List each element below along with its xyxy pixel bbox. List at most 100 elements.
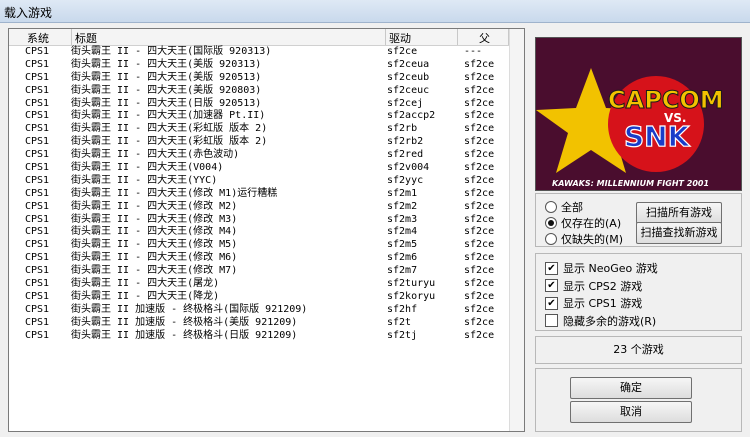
- column-header-title[interactable]: 标题: [75, 30, 97, 46]
- system-cell: CPS1: [25, 97, 50, 109]
- title-cell: 街头霸王 II - 四大天王(美版 920313): [71, 58, 262, 70]
- table-row[interactable]: CPS1 街头霸王 II - 四大天王(彩虹版 版本 2) sf2rb2 sf2ce: [9, 136, 509, 149]
- system-cell: CPS1: [25, 187, 50, 199]
- option-label: 显示 CPS2 游戏: [563, 279, 643, 293]
- system-cell: CPS1: [25, 200, 50, 212]
- title-cell: 街头霸王 II - 四大天王(修改 M5): [71, 239, 238, 251]
- table-row[interactable]: CPS1 街头霸王 II - 四大天王(修改 M7) sf2m7 sf2ce: [9, 265, 509, 278]
- empty-checkbox-icon[interactable]: [545, 314, 558, 327]
- title-cell: 街头霸王 II - 四大天王(赤色波动): [71, 149, 240, 161]
- table-row[interactable]: CPS1 街头霸王 II - 四大天王(YYC) sf2yyc sf2ce: [9, 175, 509, 188]
- table-row[interactable]: CPS1 街头霸王 II - 四大天王(美版 920313) sf2ceua sf2c…: [9, 59, 509, 72]
- title-cell: 街头霸王 II 加速版 - 终极格斗(美版 921209): [71, 316, 298, 328]
- driver-cell: sf2koryu: [387, 290, 436, 302]
- radio-existing-label: 仅存在的(A): [561, 217, 622, 230]
- title-cell: 街头霸王 II 加速版 - 终极格斗(日版 921209): [71, 329, 298, 341]
- checkmark-icon[interactable]: ✔: [545, 296, 558, 310]
- table-row[interactable]: CPS1 街头霸王 II 加速版 - 终极格斗(国际版 921209) sf2hf s…: [9, 304, 509, 317]
- table-row[interactable]: CPS1 街头霸王 II - 四大天王(修改 M5) sf2m5 sf2ce: [9, 239, 509, 252]
- driver-cell: sf2ceuc: [387, 84, 430, 96]
- radio-missing[interactable]: 仅缺失的(M): [545, 231, 623, 247]
- system-cell: CPS1: [25, 265, 50, 277]
- parent-cell: sf2ce: [464, 303, 495, 315]
- driver-cell: sf2m2: [387, 200, 418, 212]
- option-checkbox[interactable]: ✔ 显示 NeoGeo 游戏: [545, 260, 658, 276]
- table-row[interactable]: CPS1 街头霸王 II - 四大天王(降龙) sf2koryu sf2ce: [9, 291, 509, 304]
- table-row[interactable]: CPS1 街头霸王 II - 四大天王(修改 M4) sf2m4 sf2ce: [9, 226, 509, 239]
- table-row[interactable]: CPS1 街头霸王 II 加速版 - 终极格斗(日版 921209) sf2tj sf…: [9, 330, 509, 343]
- driver-cell: sf2m5: [387, 239, 418, 251]
- parent-cell: sf2ce: [464, 136, 495, 148]
- table-row[interactable]: CPS1 街头霸王 II - 四大天王(国际版 920313) sf2ce ---: [9, 46, 509, 59]
- svg-text:CAPCOM: CAPCOM: [608, 86, 724, 114]
- parent-cell: sf2ce: [464, 278, 495, 290]
- column-header-system[interactable]: 系统: [27, 30, 49, 46]
- system-cell: CPS1: [25, 136, 50, 148]
- title-cell: 街头霸王 II - 四大天王(YYC): [71, 174, 218, 186]
- scan-new-button[interactable]: 扫描查找新游戏: [636, 222, 722, 244]
- option-checkbox[interactable]: ✔ 显示 CPS2 游戏: [545, 278, 642, 294]
- vertical-scrollbar[interactable]: [509, 29, 524, 431]
- action-group: 确定 取消: [535, 368, 742, 432]
- scan-all-button[interactable]: 扫描所有游戏: [636, 202, 722, 224]
- driver-cell: sf2m7: [387, 265, 418, 277]
- svg-text:KAWAKS: MILLENNIUM FIGHT 2001: KAWAKS: MILLENNIUM FIGHT 2001: [552, 179, 709, 188]
- table-row[interactable]: CPS1 街头霸王 II - 四大天王(V004) sf2v004 sf2ce: [9, 162, 509, 175]
- title-cell: 街头霸王 II - 四大天王(加速器 Pt.II): [71, 110, 266, 122]
- column-header-driver[interactable]: 驱动: [389, 30, 411, 46]
- table-row[interactable]: CPS1 街头霸王 II - 四大天王(日版 920513) sf2cej sf2ce: [9, 98, 509, 111]
- driver-cell: sf2rb2: [387, 136, 424, 148]
- driver-cell: sf2m1: [387, 187, 418, 199]
- option-checkbox[interactable]: 隐藏多余的游戏(R): [545, 313, 656, 329]
- ok-button[interactable]: 确定: [570, 377, 692, 399]
- checkmark-icon[interactable]: ✔: [545, 261, 558, 275]
- radio-existing-dot[interactable]: [545, 217, 557, 229]
- title-cell: 街头霸王 II - 四大天王(修改 M4): [71, 226, 238, 238]
- table-row[interactable]: CPS1 街头霸王 II - 四大天王(美版 920513) sf2ceub sf2c…: [9, 72, 509, 85]
- system-cell: CPS1: [25, 123, 50, 135]
- table-row[interactable]: CPS1 街头霸王 II - 四大天王(修改 M2) sf2m2 sf2ce: [9, 201, 509, 214]
- parent-cell: sf2ce: [464, 200, 495, 212]
- parent-cell: sf2ce: [464, 329, 495, 341]
- driver-cell: sf2tj: [387, 329, 418, 341]
- system-cell: CPS1: [25, 149, 50, 161]
- checkmark-icon[interactable]: ✔: [545, 279, 558, 292]
- title-cell: 街头霸王 II - 四大天王(修改 M7): [71, 265, 238, 277]
- cancel-button[interactable]: 取消: [570, 401, 692, 423]
- table-row[interactable]: CPS1 街头霸王 II - 四大天王(美版 920803) sf2ceuc sf2c…: [9, 85, 509, 98]
- title-cell: 街头霸王 II - 四大天王(降龙): [71, 290, 220, 302]
- system-cell: CPS1: [25, 174, 50, 186]
- system-cell: CPS1: [25, 303, 50, 315]
- option-checkbox[interactable]: ✔ 显示 CPS1 游戏: [545, 295, 642, 311]
- table-row[interactable]: CPS1 街头霸王 II - 四大天王(修改 M1)运行糟糕 sf2m1 sf2ce: [9, 188, 509, 201]
- table-row[interactable]: CPS1 街头霸王 II - 四大天王(修改 M6) sf2m6 sf2ce: [9, 252, 509, 265]
- title-cell: 街头霸王 II - 四大天王(国际版 920313): [71, 46, 272, 57]
- table-row[interactable]: CPS1 街头霸王 II - 四大天王(修改 M3) sf2m3 sf2ce: [9, 214, 509, 227]
- system-cell: CPS1: [25, 252, 50, 264]
- column-header-parent[interactable]: 父: [479, 30, 490, 46]
- radio-all[interactable]: 全部: [545, 199, 583, 215]
- system-cell: CPS1: [25, 71, 50, 83]
- parent-cell: sf2ce: [464, 239, 495, 251]
- radio-missing-label: 仅缺失的(M): [561, 233, 624, 246]
- game-preview-image: CAPCOM VS. SNK KAWAKS: MILLENNIUM FIGHT …: [535, 37, 742, 191]
- parent-cell: ---: [464, 46, 483, 57]
- table-row[interactable]: CPS1 街头霸王 II - 四大天王(加速器 Pt.II) sf2accp2 sf2…: [9, 110, 509, 123]
- title-cell: 街头霸王 II - 四大天王(美版 920513): [71, 71, 262, 83]
- radio-all-dot[interactable]: [545, 201, 557, 213]
- table-row[interactable]: CPS1 街头霸王 II - 四大天王(赤色波动) sf2red sf2ce: [9, 149, 509, 162]
- list-rows: CPS1 街头霸王 II - 四大天王(国际版 920313) sf2ce --- CP…: [9, 46, 509, 342]
- system-cell: CPS1: [25, 213, 50, 225]
- table-row[interactable]: CPS1 街头霸王 II 加速版 - 终极格斗(美版 921209) sf2t sf2…: [9, 317, 509, 330]
- table-row[interactable]: CPS1 街头霸王 II - 四大天王(屠龙) sf2turyu sf2ce: [9, 278, 509, 291]
- parent-cell: sf2ce: [464, 84, 495, 96]
- radio-existing[interactable]: 仅存在的(A): [545, 215, 621, 231]
- title-cell: 街头霸王 II - 四大天王(屠龙): [71, 278, 220, 290]
- game-list[interactable]: 系统 标题 驱动 父 CPS1 街头霸王 II - 四大天王(国际版 920313…: [8, 28, 525, 432]
- table-row[interactable]: CPS1 街头霸王 II - 四大天王(彩虹版 版本 2) sf2rb sf2ce: [9, 123, 509, 136]
- list-header: 系统 标题 驱动 父: [9, 29, 509, 46]
- capcom-vs-snk-logo: CAPCOM VS. SNK KAWAKS: MILLENNIUM FIGHT …: [536, 38, 741, 190]
- options-group: ✔ 显示 NeoGeo 游戏 ✔ 显示 CPS2 游戏 ✔ 显示 CPS1 游戏 隐藏多余的…: [535, 253, 742, 331]
- radio-missing-dot[interactable]: [545, 233, 557, 245]
- driver-cell: sf2hf: [387, 303, 418, 315]
